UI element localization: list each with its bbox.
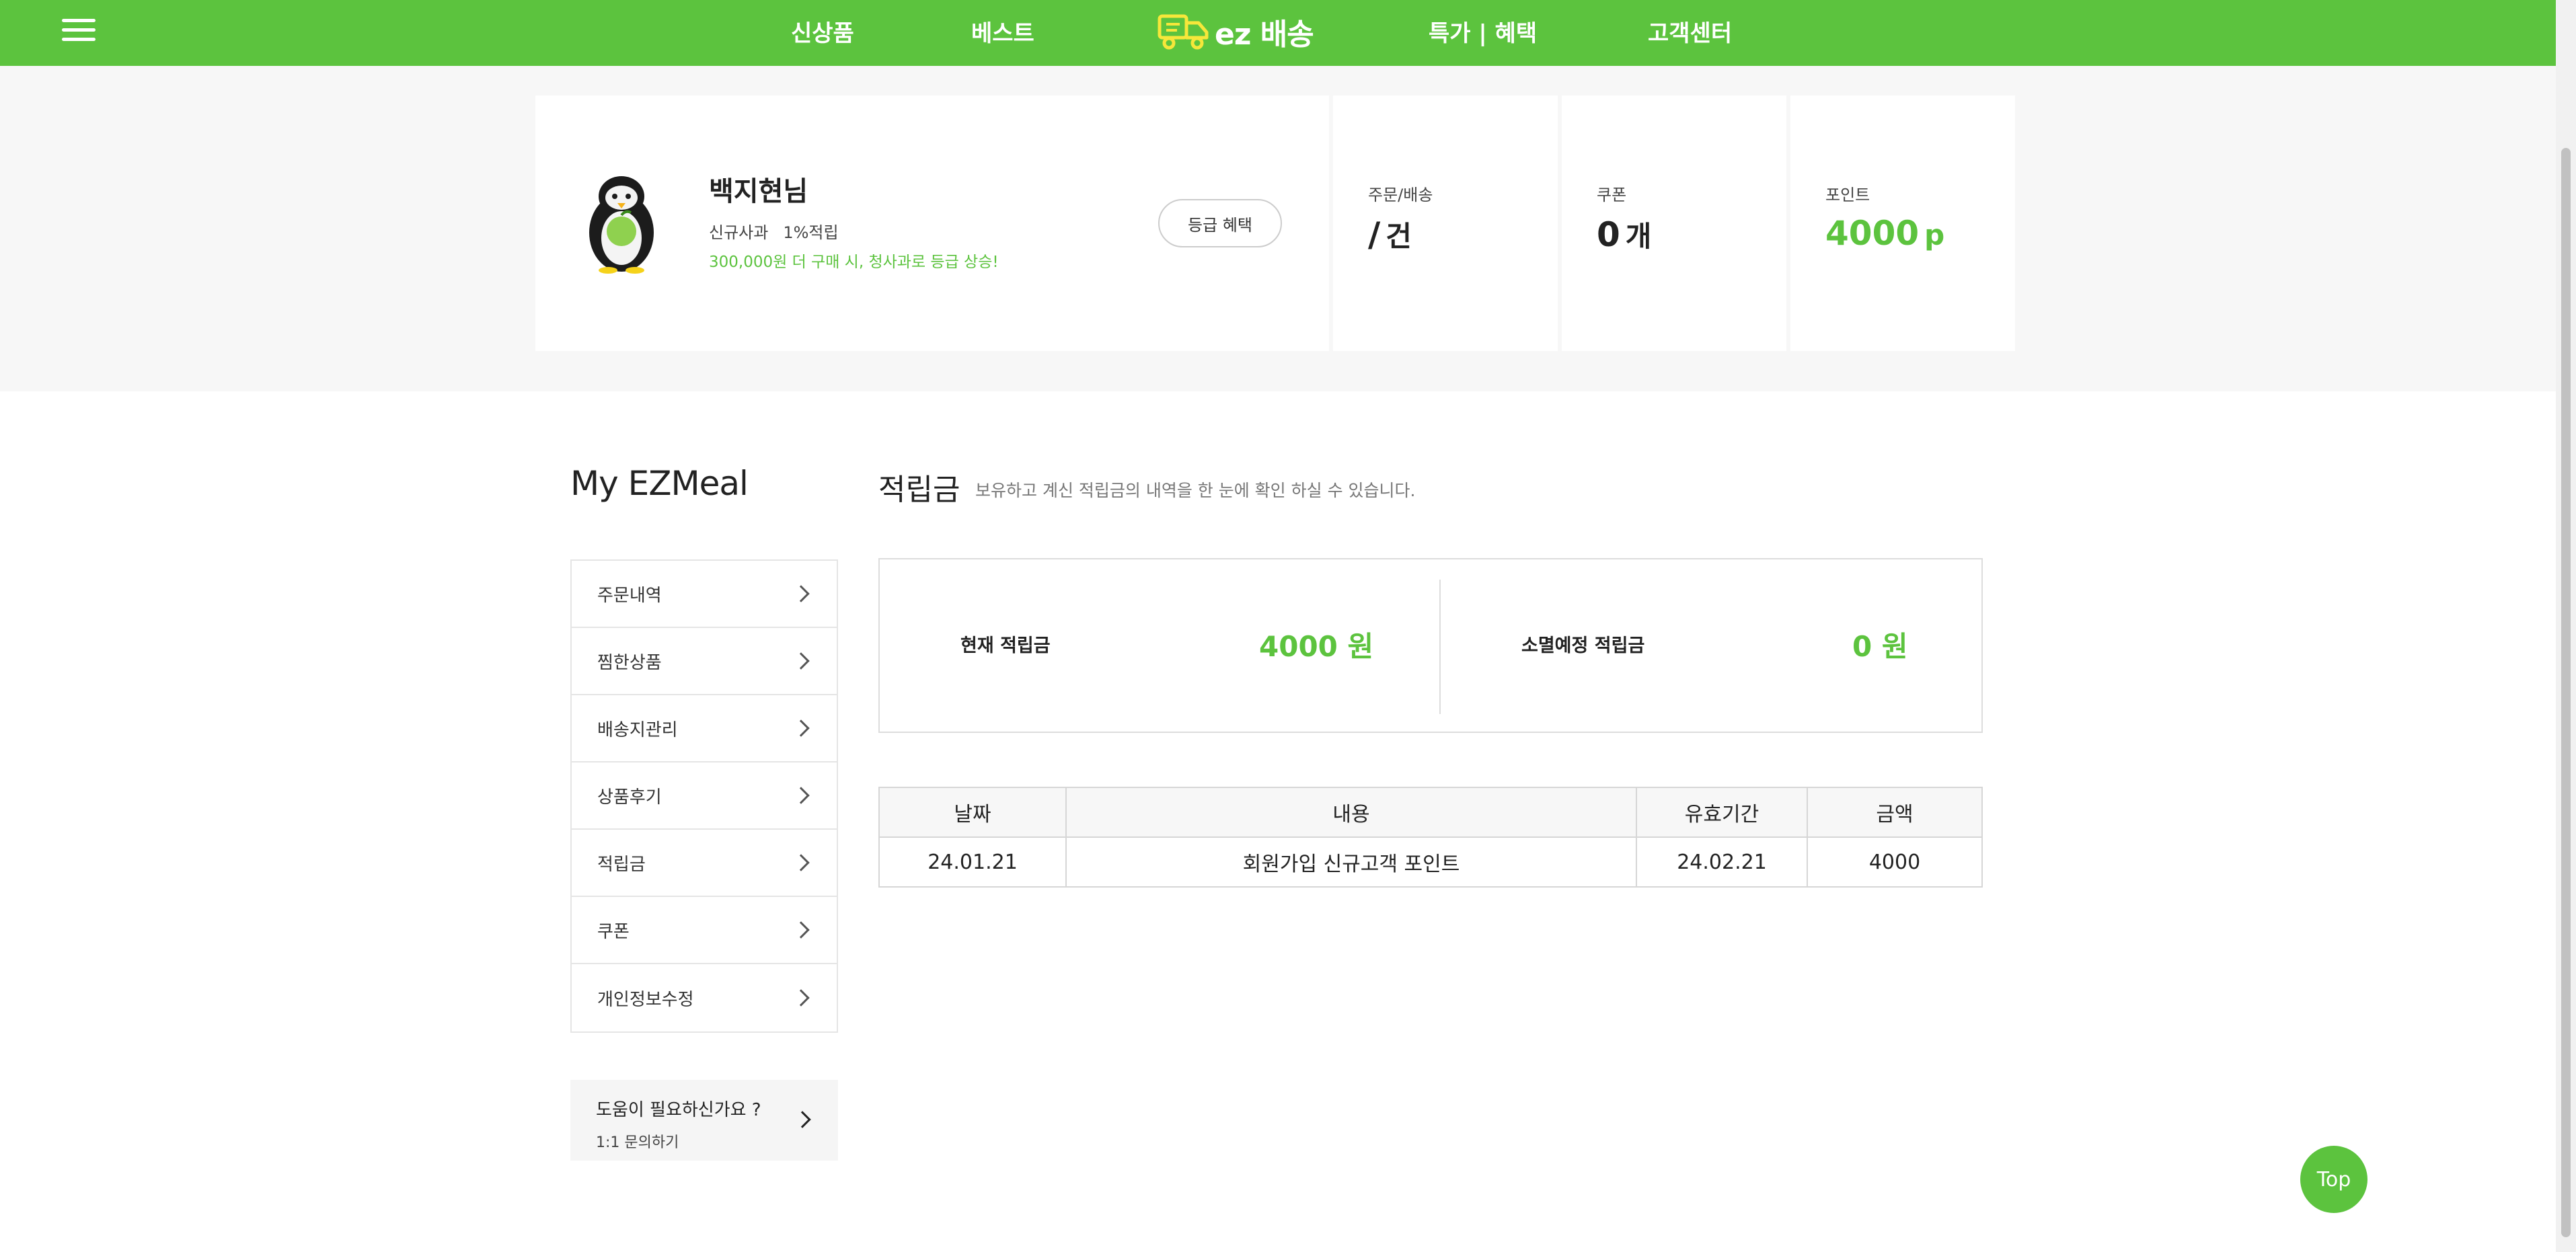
help-title: 도움이 필요하신가요 ? — [596, 1100, 761, 1120]
sidebar-item-coupons[interactable]: 쿠폰 — [572, 897, 837, 964]
table-header-row: 날짜 내용 유효기간 금액 — [878, 787, 1983, 838]
cell-date: 24.01.21 — [878, 836, 1067, 888]
nav-specials[interactable]: 특가 | 혜택 — [1429, 15, 1537, 48]
sidebar-menu: 주문내역 찜한상품 배송지관리 상품후기 적립금 쿠폰 개인정보수정 — [570, 559, 838, 1033]
help-inquiry-box[interactable]: 도움이 필요하신가요 ? 1:1 문의하기 — [570, 1080, 838, 1161]
grade-rate: 1%적립 — [783, 223, 839, 242]
chevron-right-icon — [792, 787, 810, 804]
page-scrollbar[interactable] — [2556, 0, 2576, 1252]
points-summary: 현재 적립금 4000 원 소멸예정 적립금 0 원 — [878, 558, 1983, 733]
nav-new-products[interactable]: 신상품 — [791, 15, 854, 48]
points-card[interactable]: 포인트 4000 p — [1790, 95, 2015, 351]
coupons-label: 쿠폰 — [1597, 186, 1627, 204]
points-history-table: 날짜 내용 유효기간 금액 24.01.21 회원가입 신규고객 포인트 24.… — [878, 787, 1983, 888]
current-points-label: 현재 적립금 — [960, 635, 1051, 656]
page-description: 보유하고 계신 적립금의 내역을 한 눈에 확인 하실 수 있습니다. — [975, 481, 1416, 500]
points-label: 포인트 — [1825, 186, 1870, 204]
table-row: 24.01.21 회원가입 신규고객 포인트 24.02.21 4000 — [878, 836, 1983, 888]
chevron-right-icon — [792, 854, 810, 871]
profile-card: 백지현님 신규사과 1%적립 300,000원 더 구매 시, 청사과로 등급 상… — [535, 95, 1329, 351]
sidebar-item-orders[interactable]: 주문내역 — [572, 561, 837, 628]
coupons-card[interactable]: 쿠폰 0개 — [1562, 95, 1786, 351]
scrollbar-thumb[interactable] — [2561, 148, 2571, 1237]
header-expiry: 유효기간 — [1636, 787, 1808, 838]
grade-benefit-button[interactable]: 등급 혜택 — [1158, 199, 1282, 247]
points-value: 4000 p — [1825, 214, 1945, 253]
header-amount: 금액 — [1807, 787, 1983, 838]
chevron-right-icon — [792, 921, 810, 939]
user-grade: 신규사과 1%적립 — [709, 219, 839, 243]
cell-amount: 4000 — [1807, 836, 1983, 888]
sidebar-item-profile-edit[interactable]: 개인정보수정 — [572, 964, 837, 1031]
header-date: 날짜 — [878, 787, 1067, 838]
page-title: 적립금 — [878, 473, 960, 507]
cell-content: 회원가입 신규고객 포인트 — [1065, 836, 1637, 888]
current-points-value: 4000 원 — [1259, 630, 1374, 663]
top-nav: 신상품 베스트 ez 배송 특가 | 혜택 고객센터 — [0, 0, 2556, 66]
nav-customer-center[interactable]: 고객센터 — [1648, 15, 1732, 48]
orders-label: 주문/배송 — [1368, 186, 1433, 204]
summary-divider — [1439, 580, 1441, 714]
grade-upgrade-note: 300,000원 더 구매 시, 청사과로 등급 상승! — [709, 253, 999, 271]
coupons-value: 0개 — [1597, 215, 1652, 254]
sidebar-item-addresses[interactable]: 배송지관리 — [572, 695, 837, 762]
help-subtitle: 1:1 문의하기 — [596, 1134, 679, 1151]
header-content: 내용 — [1065, 787, 1637, 838]
menu-icon[interactable] — [62, 19, 96, 42]
grade-name: 신규사과 — [709, 223, 769, 242]
sidebar-item-points[interactable]: 적립금 — [572, 830, 837, 897]
sidebar-item-reviews[interactable]: 상품후기 — [572, 762, 837, 830]
user-name: 백지현님 — [709, 176, 808, 207]
cell-expiry: 24.02.21 — [1636, 836, 1808, 888]
sidebar-item-wishlist[interactable]: 찜한상품 — [572, 628, 837, 695]
chevron-right-icon — [792, 719, 810, 737]
orders-card[interactable]: 주문/배송 / 건 — [1333, 95, 1558, 351]
mypage-title: My EZMeal — [570, 464, 749, 503]
chevron-right-icon — [792, 989, 810, 1007]
expiring-points-value: 0 원 — [1852, 630, 1908, 663]
orders-value: / 건 — [1368, 215, 1412, 254]
nav-best[interactable]: 베스트 — [971, 15, 1034, 48]
expiring-points-label: 소멸예정 적립금 — [1521, 635, 1645, 656]
logo[interactable]: ez 배송 — [1157, 11, 1314, 52]
penguin-avatar — [589, 176, 654, 274]
truck-icon — [1158, 14, 1209, 50]
logo-text: ez 배송 — [1215, 17, 1314, 52]
scroll-top-button[interactable]: Top — [2300, 1146, 2367, 1213]
chevron-right-icon — [792, 652, 810, 670]
chevron-right-icon — [792, 585, 810, 602]
